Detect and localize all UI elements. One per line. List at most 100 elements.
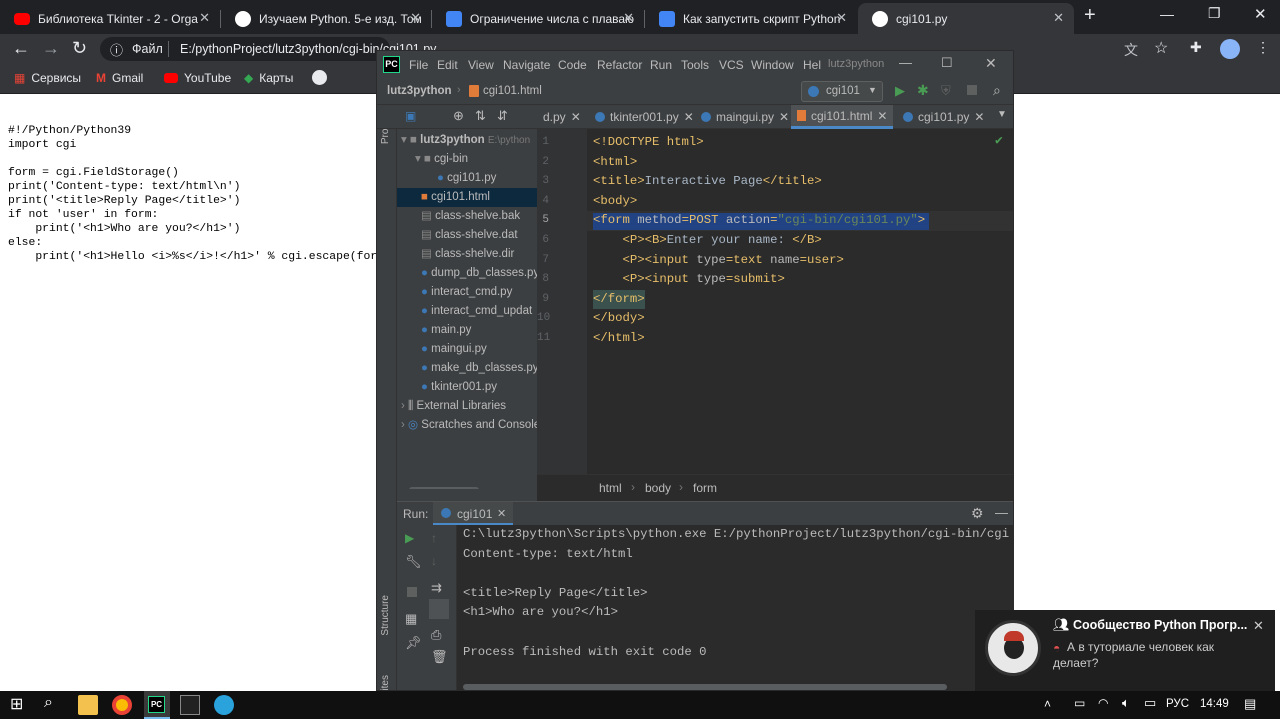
browser-tab[interactable]: Библиотека Tkinter - 2 - Orga ✕ [0, 3, 220, 34]
wrench-icon[interactable]: 🔧︎ [405, 554, 422, 570]
clock[interactable]: 14:49 [1200, 698, 1229, 710]
tree-item[interactable]: ● tkinter001.py [397, 378, 537, 397]
menu-vcs[interactable]: VCS [719, 58, 744, 72]
address-bar[interactable]: ⓘ Файл E:/pythonProject/lutz3python/cgi-… [100, 37, 436, 61]
gear-icon[interactable]: ⚙ [971, 505, 984, 522]
menu-code[interactable]: Code [558, 58, 587, 72]
close-icon[interactable]: ✕ [877, 109, 887, 123]
telegram-icon[interactable] [214, 695, 234, 715]
notification-toast[interactable]: 👥︎ Сообщество Python Прогр... ✕ ◓ А в ту… [975, 610, 1275, 691]
run-icon[interactable]: ▶ [895, 83, 905, 99]
tree-item[interactable]: ● cgi101.py [397, 169, 537, 188]
locate-icon[interactable]: ⊕ [453, 108, 464, 124]
close-icon[interactable]: ✕ [623, 10, 634, 26]
close-icon[interactable]: ✕ [836, 10, 847, 26]
menu-tools[interactable]: Tools [681, 58, 709, 72]
close-icon[interactable]: ✕ [1253, 618, 1264, 634]
bookmark-maps[interactable]: ◆ Карты [244, 71, 293, 85]
tab-tkinter001[interactable]: tkinter001.py ✕ [589, 105, 700, 129]
stop-icon[interactable] [967, 85, 977, 95]
search-icon[interactable]: ⌕ [44, 694, 53, 712]
print-icon[interactable]: ⎙ [431, 627, 441, 643]
browser-tab[interactable]: Ограничение числа с плаваю ✕ [432, 3, 644, 34]
file-explorer-icon[interactable] [78, 695, 98, 715]
close-icon[interactable]: ✕ [684, 110, 694, 124]
info-icon[interactable]: ⓘ [110, 40, 123, 59]
down-arrow-icon[interactable]: ↓ [431, 554, 437, 568]
pin-icon[interactable]: 📌︎ [405, 635, 422, 651]
tree-item[interactable]: ● make_db_classes.py [397, 359, 537, 378]
tree-item[interactable]: ▤ class-shelve.dat [397, 226, 537, 245]
browser-tab[interactable]: Изучаем Python. 5-е изд. Том ✕ [221, 3, 431, 34]
expand-all-icon[interactable]: ⇅ [475, 108, 486, 124]
translate-icon[interactable]: 文 [1124, 40, 1138, 60]
horizontal-scrollbar[interactable] [463, 684, 947, 690]
tree-scratches[interactable]: › ◎ Scratches and Consoles [397, 416, 537, 435]
maximize-icon[interactable]: ❐ [1208, 5, 1221, 22]
tree-item[interactable]: ● maingui.py [397, 340, 537, 359]
menu-file[interactable]: File [409, 58, 428, 72]
close-icon[interactable]: ✕ [1053, 10, 1064, 26]
forward-icon[interactable]: → [42, 38, 60, 59]
star-icon[interactable]: ☆ [1154, 38, 1168, 58]
close-icon[interactable]: ✕ [571, 110, 581, 124]
tree-item[interactable]: ● interact_cmd.py [397, 283, 537, 302]
debug-icon[interactable]: ✱ [917, 82, 929, 99]
close-icon[interactable]: ✕ [779, 110, 789, 124]
menu-view[interactable]: View [468, 58, 494, 72]
maximize-icon[interactable]: ☐ [941, 55, 953, 71]
tree-item[interactable]: ● dump_db_classes.py [397, 264, 537, 283]
browser-tab-active[interactable]: cgi101.py ✕ [858, 3, 1074, 34]
structure-tool-tab[interactable]: Structure [380, 595, 391, 636]
tree-folder-cgi-bin[interactable]: ▾ ■ cgi-bin [397, 150, 537, 169]
soft-wrap-icon[interactable]: ⇉ [431, 580, 442, 596]
breadcrumb-item[interactable]: html [599, 481, 622, 495]
project-view-icon[interactable]: ▣ [405, 109, 416, 123]
trash-icon[interactable]: 🗑︎ [431, 649, 448, 665]
tab-maingui[interactable]: maingui.py ✕ [695, 105, 795, 129]
bookmark-services[interactable]: ▦ Сервисы [14, 71, 81, 85]
tab-d-py[interactable]: d.py ✕ [537, 105, 587, 129]
terminal-icon[interactable] [180, 695, 200, 715]
new-tab-button[interactable]: + [1084, 4, 1096, 27]
chrome-icon[interactable] [312, 70, 327, 85]
bookmark-gmail[interactable]: M Gmail [96, 71, 143, 85]
favorites-tool-tab[interactable]: Favorites [380, 675, 391, 690]
volume-icon[interactable]: 🔈︎ [1122, 695, 1130, 711]
tree-item[interactable]: ▤ class-shelve.dir [397, 245, 537, 264]
back-icon[interactable]: ← [12, 38, 30, 59]
hide-panel-icon[interactable]: — [995, 505, 1008, 520]
notifications-icon[interactable]: ▤ [1244, 696, 1256, 712]
nav-project[interactable]: lutz3python [387, 85, 452, 97]
layout-icon[interactable]: ▦ [405, 611, 417, 627]
tabs-overflow-icon[interactable]: ▼ [997, 109, 1007, 120]
chrome-icon[interactable] [112, 695, 132, 715]
battery-icon[interactable]: ▭ [1144, 695, 1156, 711]
tree-item[interactable]: ● main.py [397, 321, 537, 340]
reload-icon[interactable]: ↻ [72, 38, 87, 59]
network-icon[interactable]: ▭ [1074, 696, 1085, 710]
minimize-icon[interactable]: — [899, 55, 912, 70]
coverage-icon[interactable]: ⛨ [941, 83, 951, 99]
menu-icon[interactable]: ⋮ [1256, 39, 1270, 56]
tab-cgi101-py[interactable]: cgi101.py ✕ [897, 105, 990, 129]
chevron-up-icon[interactable]: ˄ [1044, 697, 1051, 711]
tree-external-libraries[interactable]: › ⫼ External Libraries [397, 397, 537, 416]
collapse-all-icon[interactable]: ⇵ [497, 108, 508, 124]
menu-navigate[interactable]: Navigate [503, 58, 550, 72]
bookmark-youtube[interactable]: YouTube [164, 71, 231, 85]
stop-icon[interactable] [407, 587, 417, 597]
avatar[interactable] [1220, 39, 1240, 59]
scroll-to-end-icon[interactable] [429, 599, 449, 619]
close-window-icon[interactable]: ✕ [1254, 5, 1267, 23]
menu-run[interactable]: Run [650, 58, 672, 72]
tree-item-selected[interactable]: ■ cgi101.html [397, 188, 537, 207]
wifi-icon[interactable]: ◠ [1098, 696, 1108, 710]
menu-window[interactable]: Window [751, 58, 794, 72]
breadcrumb-item[interactable]: body [645, 481, 671, 495]
search-icon[interactable]: ⌕ [993, 82, 1001, 99]
tab-cgi101-html[interactable]: cgi101.html ✕ [791, 105, 894, 129]
run-tab[interactable]: cgi101 ✕ [433, 502, 513, 526]
tree-item[interactable]: ● interact_cmd_updat [397, 302, 537, 321]
run-console[interactable]: C:\lutz3python\Scripts\python.exe E:/pyt… [457, 525, 1013, 690]
